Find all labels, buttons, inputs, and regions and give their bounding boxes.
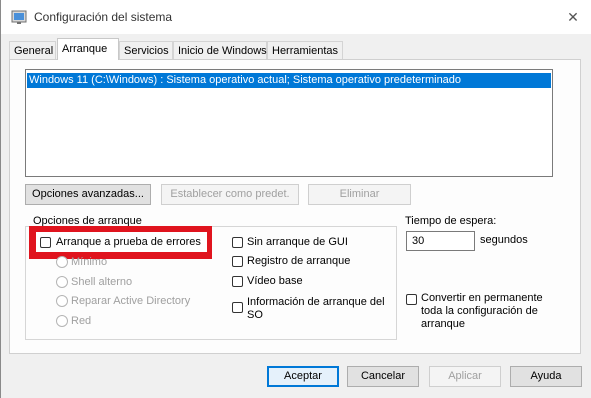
close-icon[interactable]: ✕ (563, 7, 583, 27)
cancel-button[interactable]: Cancelar (347, 366, 419, 387)
tab-general[interactable]: General (9, 41, 56, 59)
ok-button[interactable]: Aceptar (267, 366, 339, 387)
make-permanent-checkbox[interactable] (406, 294, 417, 305)
alternate-shell-label: Shell alterno (71, 276, 133, 288)
msconfig-icon (11, 10, 27, 24)
no-gui-boot-checkbox[interactable] (232, 237, 243, 248)
minimal-label: Mínimo (71, 256, 108, 268)
system-configuration-dialog: Configuración del sistema ✕ General Arra… (0, 0, 591, 398)
network-radio[interactable] (56, 315, 68, 327)
help-button[interactable]: Ayuda (510, 366, 582, 387)
os-boot-info-label: Información de arranque del SO (247, 296, 385, 321)
alternate-shell-radio[interactable] (56, 276, 68, 288)
set-default-button[interactable]: Establecer como predet. (161, 184, 299, 205)
boot-entry-list[interactable]: Windows 11 (C:\Windows) : Sistema operat… (25, 69, 553, 177)
window-title: Configuración del sistema (34, 10, 173, 24)
tab-boot[interactable]: Arranque (57, 38, 119, 60)
boot-entry-selected[interactable]: Windows 11 (C:\Windows) : Sistema operat… (27, 73, 551, 88)
safe-boot-label: Arranque a prueba de errores (56, 236, 201, 248)
apply-button[interactable]: Aplicar (429, 366, 501, 387)
base-video-checkbox[interactable] (232, 276, 243, 287)
timeout-label: Tiempo de espera: (405, 215, 497, 227)
make-permanent-label: Convertir en permanente toda la configur… (421, 292, 543, 330)
tab-services[interactable]: Servicios (119, 41, 173, 59)
tab-startup[interactable]: Inicio de Windows (173, 41, 267, 59)
timeout-input[interactable]: 30 (406, 231, 475, 251)
safe-boot-checkbox[interactable] (40, 237, 51, 248)
advanced-options-button[interactable]: Opciones avanzadas... (25, 184, 151, 205)
boot-log-checkbox[interactable] (232, 256, 243, 267)
repair-ad-label: Reparar Active Directory (71, 295, 191, 307)
boot-log-label: Registro de arranque (247, 255, 351, 267)
minimal-radio[interactable] (56, 256, 68, 268)
network-label: Red (71, 315, 92, 327)
tab-tools[interactable]: Herramientas (267, 41, 343, 59)
os-boot-info-checkbox[interactable] (232, 302, 243, 313)
delete-button[interactable]: Eliminar (308, 184, 411, 205)
title-bar: Configuración del sistema ✕ (1, 0, 591, 34)
timeout-unit: segundos (480, 234, 528, 246)
no-gui-boot-label: Sin arranque de GUI (247, 236, 348, 248)
base-video-label: Vídeo base (247, 275, 303, 287)
repair-ad-radio[interactable] (56, 295, 68, 307)
